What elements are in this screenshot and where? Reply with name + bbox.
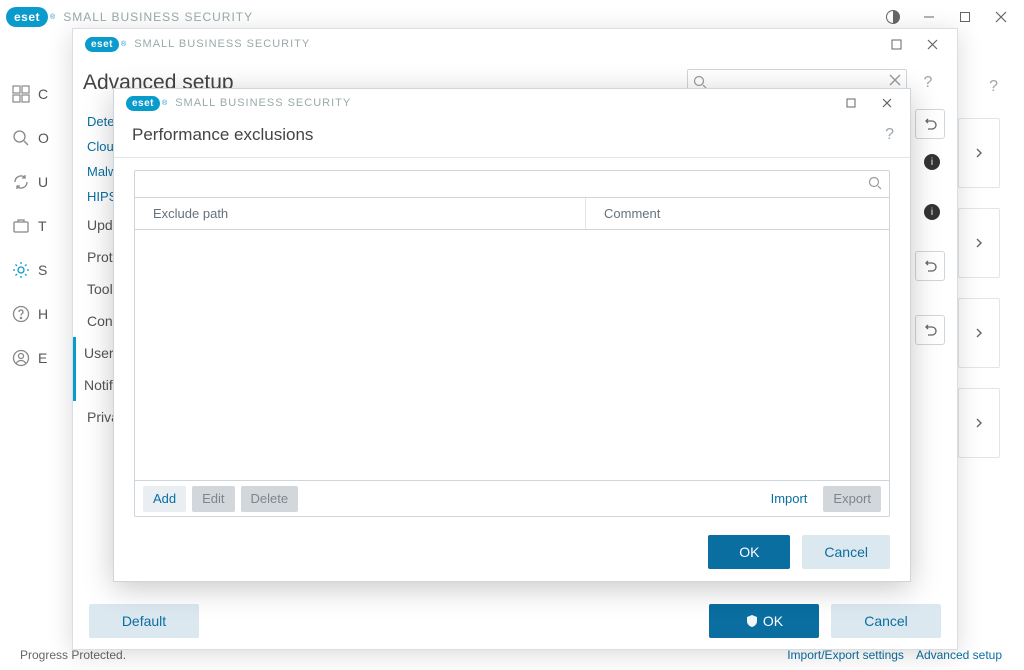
undo-button[interactable] [915, 251, 945, 281]
perf-table-header: Exclude path Comment [134, 198, 890, 230]
export-button-label: Export [833, 491, 871, 506]
nav-help-icon[interactable]: H [12, 294, 56, 334]
import-button-label: Import [771, 491, 808, 506]
eset-logo-pill: eset [126, 96, 160, 111]
close-icon[interactable] [870, 89, 904, 117]
contrast-icon[interactable] [876, 3, 910, 31]
reg-mark: ® [121, 41, 126, 48]
eset-logo-pill: eset [85, 37, 119, 52]
bg-card-1[interactable] [958, 118, 1000, 188]
cancel-button[interactable]: Cancel [802, 535, 890, 569]
main-help-icon[interactable]: ? [989, 78, 998, 96]
perf-body: Exclude path Comment Add Edit Delete Imp… [114, 158, 910, 523]
info-badge[interactable]: i [915, 197, 945, 227]
main-window-controls [876, 3, 1018, 31]
cancel-button[interactable]: Cancel [831, 604, 941, 638]
cancel-button-label: Cancel [864, 613, 908, 629]
nav-setup-icon[interactable]: S [12, 250, 56, 290]
advanced-setup-link[interactable]: Advanced setup [916, 648, 1002, 662]
col-comment[interactable]: Comment [586, 198, 889, 229]
col-exclude-path[interactable]: Exclude path [135, 198, 586, 229]
undo-button[interactable] [915, 315, 945, 345]
bg-card-2[interactable] [958, 208, 1000, 278]
product-name: SMALL BUSINESS SECURITY [134, 38, 310, 50]
status-text: Progress Protected. [20, 648, 126, 662]
maximize-icon[interactable] [948, 3, 982, 31]
bg-card-3[interactable] [958, 298, 1000, 368]
reg-mark: ® [50, 14, 55, 21]
minimize-icon[interactable] [912, 3, 946, 31]
search-icon [693, 75, 707, 89]
eset-logo: eset® SMALL BUSINESS SECURITY [85, 37, 310, 52]
close-icon[interactable] [915, 30, 949, 58]
edit-button[interactable]: Edit [192, 486, 234, 512]
performance-exclusions-window: eset® SMALL BUSINESS SECURITY Performanc… [113, 88, 911, 582]
perf-filter-input[interactable] [134, 170, 890, 198]
ok-button-label: OK [763, 613, 783, 629]
eset-logo: eset® SMALL BUSINESS SECURITY [126, 96, 351, 111]
export-button[interactable]: Export [823, 486, 881, 512]
edit-button-label: Edit [202, 491, 224, 506]
nav-tools-icon[interactable]: T [12, 206, 56, 246]
perf-title: Performance exclusions [132, 125, 313, 145]
perf-footer: OK Cancel [114, 523, 910, 581]
nav-account-icon[interactable]: E [12, 338, 56, 378]
main-footer-links: Import/Export settings Advanced setup [787, 648, 1002, 662]
adv-titlebar: eset® SMALL BUSINESS SECURITY [73, 29, 957, 59]
close-icon[interactable] [984, 3, 1018, 31]
main-nav-icons: C O U T S H E [12, 74, 56, 382]
product-name: SMALL BUSINESS SECURITY [63, 10, 253, 24]
eset-logo-pill: eset [6, 7, 48, 27]
perf-actions: Add Edit Delete Import Export [134, 481, 890, 517]
nav-update-icon[interactable]: U [12, 162, 56, 202]
ok-button[interactable]: OK [708, 535, 790, 569]
delete-button[interactable]: Delete [241, 486, 299, 512]
add-button-label: Add [153, 491, 176, 506]
adv-help-icon[interactable]: ? [915, 74, 941, 92]
import-export-link[interactable]: Import/Export settings [787, 648, 904, 662]
nav-dashboard-icon[interactable]: C [12, 74, 56, 114]
eset-logo: eset® SMALL BUSINESS SECURITY [6, 7, 253, 27]
bg-card-4[interactable] [958, 388, 1000, 458]
reg-mark: ® [162, 100, 167, 107]
adv-footer: Default OK Cancel [73, 593, 957, 649]
perf-titlebar: eset® SMALL BUSINESS SECURITY [114, 89, 910, 117]
default-button[interactable]: Default [89, 604, 199, 638]
default-button-label: Default [122, 613, 166, 629]
undo-button[interactable] [915, 109, 945, 139]
ok-button[interactable]: OK [709, 604, 819, 638]
perf-window-controls [834, 89, 904, 117]
maximize-icon[interactable] [879, 30, 913, 58]
import-button[interactable]: Import [761, 486, 818, 512]
perf-help-icon[interactable]: ? [885, 126, 894, 144]
nav-search-icon[interactable]: O [12, 118, 56, 158]
maximize-icon[interactable] [834, 89, 868, 117]
delete-button-label: Delete [251, 491, 289, 506]
perf-header: Performance exclusions ? [114, 117, 910, 158]
search-icon[interactable] [868, 176, 882, 190]
perf-filter-row [134, 170, 890, 198]
add-button[interactable]: Add [143, 486, 186, 512]
ok-button-label: OK [739, 544, 759, 560]
shield-icon [745, 614, 759, 628]
product-name: SMALL BUSINESS SECURITY [175, 97, 351, 109]
cancel-button-label: Cancel [824, 544, 868, 560]
adv-window-controls [879, 30, 949, 58]
perf-table-body[interactable] [134, 230, 890, 481]
info-badge[interactable]: i [915, 147, 945, 177]
clear-icon[interactable] [889, 74, 901, 86]
